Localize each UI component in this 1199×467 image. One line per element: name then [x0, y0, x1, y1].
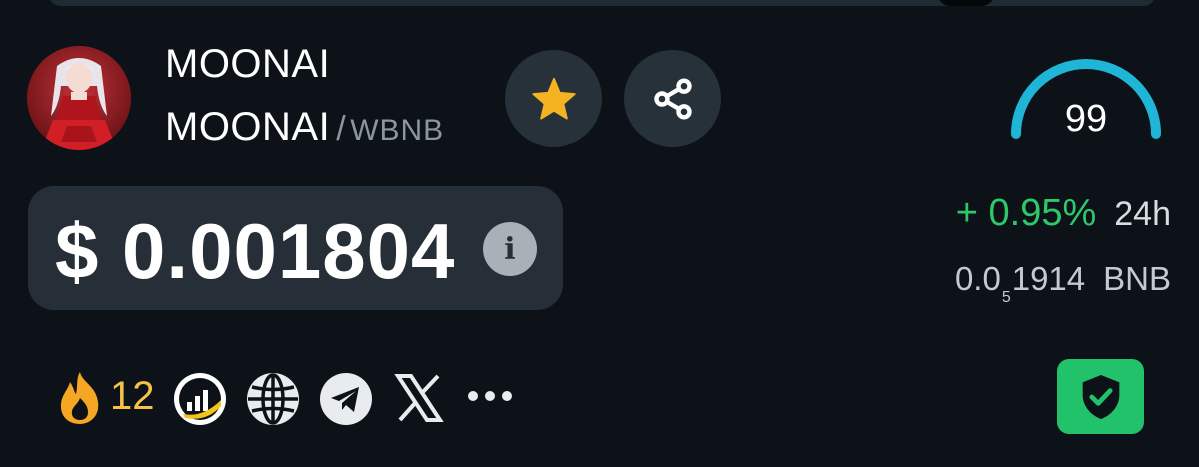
chart-logo-icon[interactable]	[173, 372, 227, 426]
token-name: MOONAI	[165, 42, 331, 86]
top-bar-handle	[938, 0, 994, 6]
bnb-price-unit: BNB	[1103, 260, 1171, 297]
hot-count: 12	[110, 374, 155, 418]
usd-price: $ 0.001804	[55, 207, 456, 295]
star-icon	[531, 77, 576, 119]
security-button[interactable]	[1057, 359, 1144, 434]
pair-quote[interactable]: WBNB	[350, 114, 444, 147]
shield-check-icon	[1082, 374, 1119, 419]
top-bar	[48, 0, 1156, 6]
share-icon	[653, 77, 692, 120]
change-percent: + 0.95%	[955, 192, 1097, 234]
telegram-icon[interactable]	[319, 372, 373, 426]
info-icon[interactable]: i	[483, 222, 537, 276]
change-period: 24h	[1114, 195, 1171, 233]
bnb-price-zero-count: 5	[1001, 289, 1011, 306]
score-value: 99	[1064, 98, 1108, 140]
pair-separator: /	[336, 110, 347, 148]
fire-icon[interactable]	[52, 368, 108, 426]
globe-icon[interactable]	[246, 372, 300, 426]
anime-avatar-icon	[27, 46, 131, 150]
x-icon[interactable]	[394, 372, 444, 424]
bnb-price: 0.051914 BNB	[955, 260, 1171, 307]
price-change: + 0.95% 24h	[956, 192, 1171, 235]
favorite-button[interactable]	[505, 50, 602, 147]
pair-base: MOONAI	[165, 105, 331, 149]
trading-pair: MOONAI / WBNB	[165, 105, 444, 150]
more-icon[interactable]	[466, 388, 514, 404]
bnb-price-digits: 1914	[1011, 260, 1086, 297]
share-button[interactable]	[624, 50, 721, 147]
bnb-price-prefix: 0.0	[954, 260, 1001, 297]
token-avatar	[27, 46, 131, 150]
